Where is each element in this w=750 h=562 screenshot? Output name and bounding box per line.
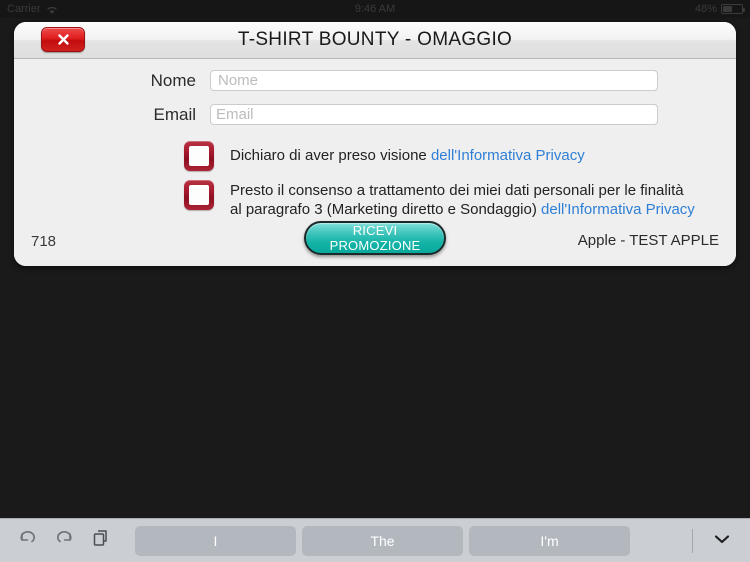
toolbar-divider	[692, 528, 693, 553]
dialog-footer: 718 RICEVI PROMOZIONE Apple - TEST APPLE	[14, 221, 736, 266]
consent-label-privacy: Dichiaro di aver preso visione	[230, 147, 427, 164]
privacy-policy-link-1[interactable]: dell'Informativa Privacy	[431, 147, 585, 164]
name-input[interactable]	[210, 70, 658, 91]
suggestion-chip-2[interactable]: The	[302, 525, 463, 556]
close-x-icon	[56, 32, 71, 47]
email-input[interactable]	[210, 104, 658, 125]
status-bar-time: 9:46 AM	[354, 3, 396, 15]
email-field-row: Email	[14, 104, 736, 125]
promotion-dialog: T-SHIRT BOUNTY - OMAGGIO Nome Email Dich…	[14, 22, 736, 266]
consent-row-marketing: Presto il consenso a trattamento dei mie…	[184, 180, 714, 219]
dialog-title: T-SHIRT BOUNTY - OMAGGIO	[237, 29, 513, 50]
dialog-header: T-SHIRT BOUNTY - OMAGGIO	[14, 22, 736, 59]
consent-text-privacy: Dichiaro di aver preso visione dell'Info…	[214, 141, 585, 165]
keyboard-toolbar-right	[692, 526, 750, 556]
redo-icon	[53, 529, 75, 552]
email-label: Email	[153, 104, 196, 124]
consent-checkbox-privacy[interactable]	[184, 141, 214, 171]
consent-text-marketing: Presto il consenso a trattamento dei mie…	[214, 180, 714, 219]
battery-percent-label: 48%	[694, 3, 717, 15]
hide-keyboard-button[interactable]	[707, 526, 737, 556]
receive-promotion-button[interactable]: RICEVI PROMOZIONE	[304, 221, 446, 255]
close-button[interactable]	[41, 27, 85, 52]
consent-checkbox-marketing[interactable]	[184, 180, 214, 210]
undo-icon	[17, 529, 39, 552]
redo-button[interactable]	[47, 524, 81, 558]
consent-label-marketing-line2: al paragrafo 3 (Marketing diretto e Sond…	[230, 201, 537, 218]
account-label: Apple - TEST APPLE	[577, 232, 719, 249]
battery-icon	[721, 4, 745, 14]
suggestion-chip-1[interactable]: I	[135, 525, 296, 556]
status-bar: Carrier 9:46 AM 48%	[0, 0, 750, 18]
keyboard-accessory-toolbar: I The I'm	[0, 518, 750, 562]
status-bar-right: 48%	[694, 3, 745, 15]
undo-button[interactable]	[11, 524, 45, 558]
paste-icon	[90, 528, 110, 553]
consent-row-privacy: Dichiaro di aver preso visione dell'Info…	[184, 141, 585, 171]
name-field-row: Nome	[14, 70, 736, 91]
privacy-policy-link-2[interactable]: dell'Informativa Privacy	[541, 201, 695, 218]
consent-label-marketing-line1: Presto il consenso a trattamento dei mie…	[230, 182, 684, 199]
paste-button[interactable]	[83, 524, 117, 558]
counter-label: 718	[31, 233, 57, 250]
name-label: Nome	[150, 70, 196, 90]
suggestion-chip-3[interactable]: I'm	[469, 525, 630, 556]
suggestion-bar: I The I'm	[135, 525, 630, 556]
chevron-down-icon	[713, 532, 731, 550]
dialog-body: Nome Email Dichiaro di aver preso vision…	[14, 59, 736, 266]
